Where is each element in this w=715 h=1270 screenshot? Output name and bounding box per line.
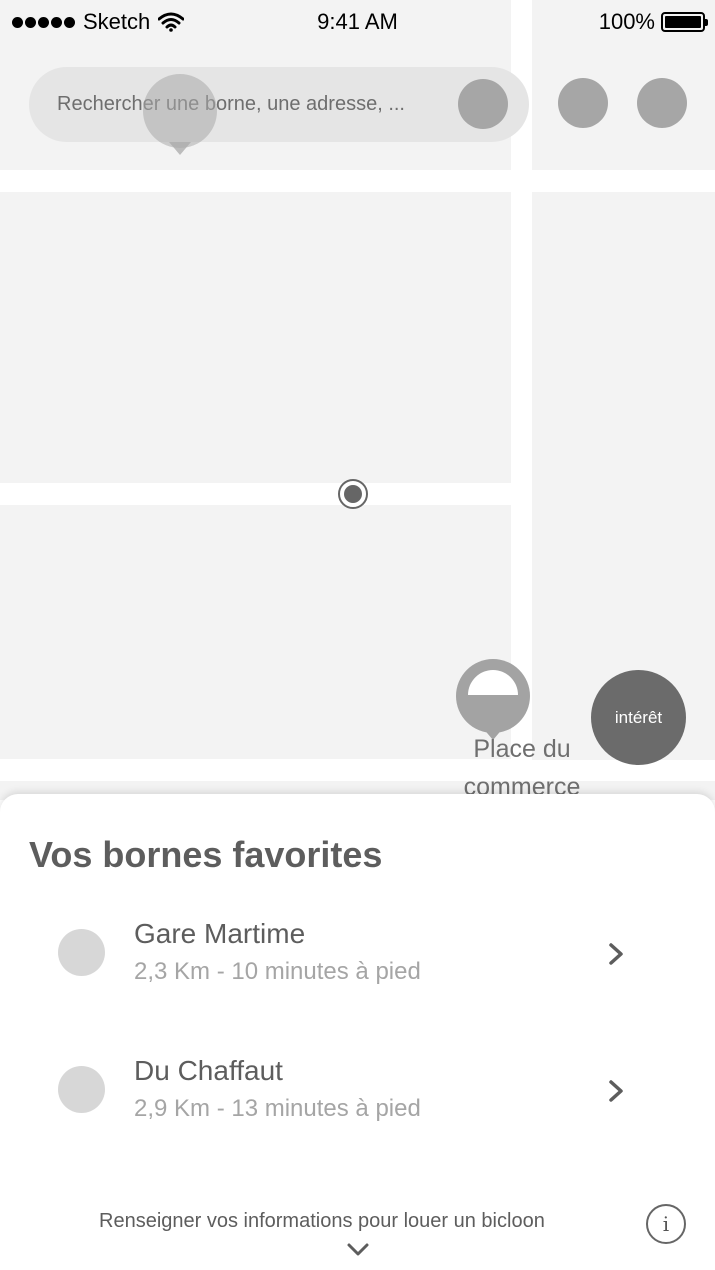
battery-icon xyxy=(661,12,708,32)
sheet-title: Vos bornes favorites xyxy=(29,834,383,875)
location-dot-icon xyxy=(338,479,368,509)
chevron-right-icon[interactable] xyxy=(602,1076,632,1106)
battery-label: 100% xyxy=(598,9,655,34)
map-view[interactable]: Place du commerce intérêt xyxy=(0,0,715,800)
station-dot-icon xyxy=(58,929,105,976)
search-button[interactable] xyxy=(458,79,508,129)
map-pin-icon[interactable] xyxy=(143,74,217,155)
map-block xyxy=(0,505,511,759)
favorite-item[interactable]: Gare Martime 2,3 Km - 10 minutes à pied xyxy=(0,914,715,1014)
map-action-button[interactable] xyxy=(558,78,608,128)
map-block xyxy=(0,192,511,483)
map-action-button[interactable] xyxy=(637,78,687,128)
interest-button[interactable]: intérêt xyxy=(591,670,686,765)
rent-info-link[interactable]: Renseigner vos informations pour louer u… xyxy=(99,1210,545,1233)
favorite-distance: 2,3 Km - 10 minutes à pied xyxy=(134,958,421,985)
chevron-down-icon[interactable] xyxy=(346,1242,370,1258)
search-bar[interactable] xyxy=(29,67,529,142)
place-label: Place du commerce xyxy=(463,735,581,800)
chevron-right-icon[interactable] xyxy=(602,939,632,969)
favorite-name: Gare Martime xyxy=(134,918,306,949)
favorites-sheet[interactable]: Vos bornes favorites Gare Martime 2,3 Km… xyxy=(0,794,715,1270)
search-input[interactable] xyxy=(57,67,437,142)
favorite-item[interactable]: Du Chaffaut 2,9 Km - 13 minutes à pied xyxy=(0,1051,715,1151)
map-pin-icon[interactable] xyxy=(456,659,530,740)
info-icon[interactable]: i xyxy=(646,1204,686,1244)
status-bar: Sketch 9:41 AM 100% xyxy=(0,0,715,44)
favorite-name: Du Chaffaut xyxy=(134,1055,283,1086)
favorite-distance: 2,9 Km - 13 minutes à pied xyxy=(134,1095,421,1122)
station-dot-icon xyxy=(58,1066,105,1113)
